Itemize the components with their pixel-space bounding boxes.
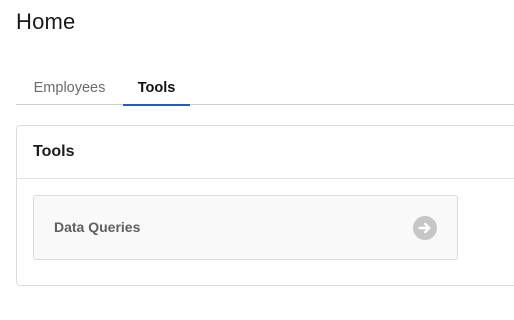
page-title: Home [16,9,76,34]
data-queries-label: Data Queries [54,219,141,235]
tools-panel-title: Tools [33,143,75,160]
arrow-right-circle-icon[interactable] [413,216,437,240]
tab-bar: Employees Tools [16,72,514,106]
page: Home Employees Tools Tools Data Queries [0,0,514,320]
tab-tools[interactable]: Tools [123,72,190,106]
tab-employees[interactable]: Employees [16,72,123,104]
tools-panel: Tools Data Queries [16,125,514,286]
tools-panel-header: Tools [17,126,514,179]
data-queries-card[interactable]: Data Queries [33,195,458,260]
